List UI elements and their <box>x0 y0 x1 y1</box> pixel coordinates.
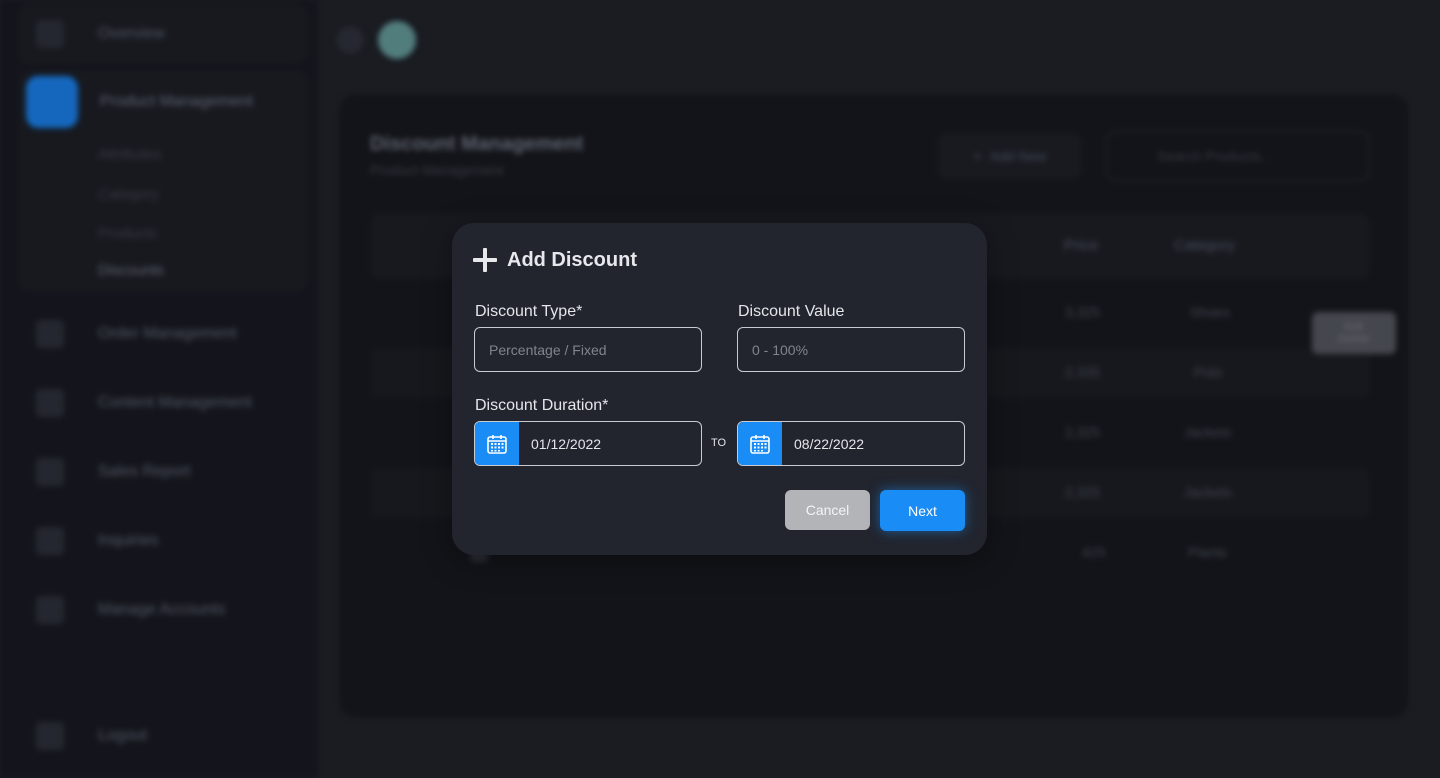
end-date-input[interactable] <box>782 422 964 465</box>
discount-duration-label: Discount Duration* <box>475 397 609 414</box>
discount-type-label: Discount Type* <box>475 303 583 320</box>
end-date-calendar-button[interactable] <box>738 422 782 465</box>
discount-type-field[interactable] <box>474 327 702 372</box>
cancel-button[interactable]: Cancel <box>785 490 870 530</box>
add-discount-modal: Add Discount Discount Type* Discount Val… <box>452 223 987 555</box>
next-button[interactable]: Next <box>880 490 965 531</box>
discount-value-field[interactable] <box>737 327 965 372</box>
calendar-icon <box>750 434 770 454</box>
start-date-input[interactable] <box>519 422 701 465</box>
calendar-icon <box>487 434 507 454</box>
start-date-group <box>474 421 702 466</box>
discount-value-label: Discount Value <box>738 303 845 320</box>
end-date-group <box>737 421 965 466</box>
plus-icon <box>473 248 497 272</box>
modal-header: Add Discount <box>473 245 637 275</box>
to-label: TO <box>711 437 727 449</box>
modal-title: Add Discount <box>507 248 637 271</box>
start-date-calendar-button[interactable] <box>475 422 519 465</box>
